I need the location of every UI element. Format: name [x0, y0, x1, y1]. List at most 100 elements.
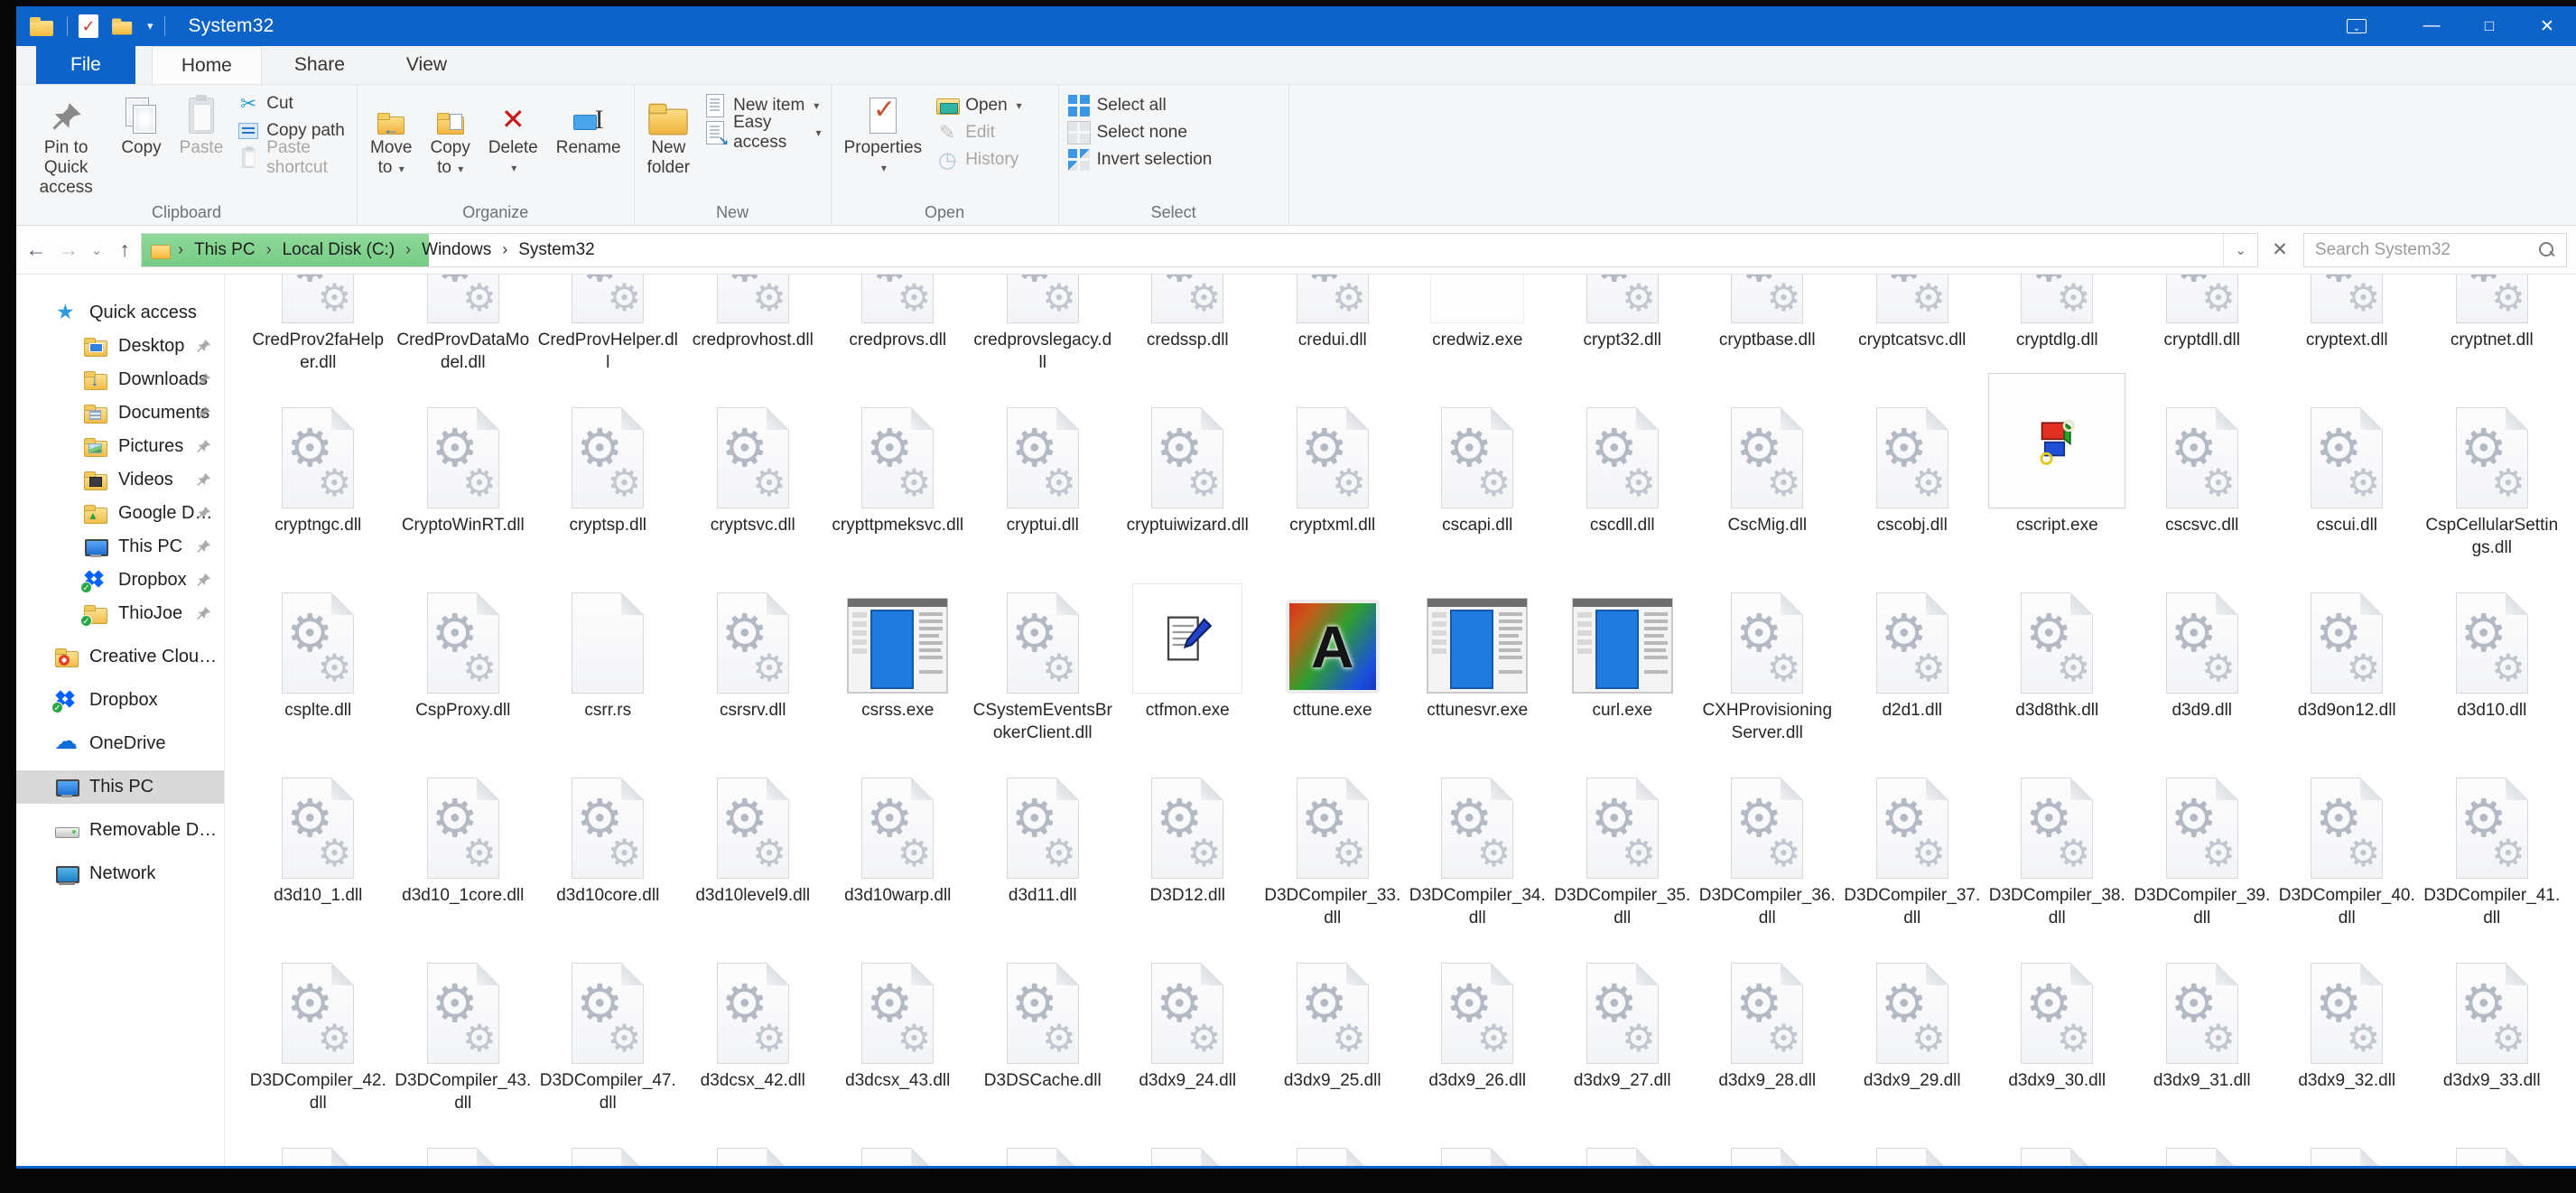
file-tile[interactable]: ⚙⚙ credui.dll	[1260, 275, 1406, 396]
sidebar-item-thiojoe[interactable]: ✓ ThioJoe	[16, 597, 224, 630]
file-tile[interactable]: ⚙ ⚙ D3DCompiler_36.dll	[1695, 767, 1840, 952]
sidebar-item-quick-access[interactable]: ★ Quick access	[16, 296, 224, 330]
file-tile[interactable]: ⚙ ⚙ CspCellularSettings.dll	[2420, 396, 2565, 582]
pin-to-quick-access-button[interactable]: Pin to Quick access	[22, 89, 110, 201]
file-tile[interactable]: cscript.exe	[1985, 373, 2130, 582]
rename-button[interactable]: I Rename	[549, 89, 628, 162]
file-tile[interactable]: ⚙ ⚙ D3DCompiler_33.dll	[1260, 767, 1406, 952]
ribbon-options-icon[interactable]: ⌄	[2347, 19, 2367, 33]
file-tile[interactable]: ⚙ ⚙ D3DCompiler_47.dll	[535, 952, 681, 1137]
sidebar-item-this-pc[interactable]: This PC	[16, 770, 224, 804]
quick-toolbar-caret-icon[interactable]: ▾	[147, 19, 153, 33]
file-tile[interactable]: ⚙ ⚙ cryptsvc.dll	[681, 396, 826, 582]
file-tile[interactable]: ⚙ ⚙ CspProxy.dll	[391, 582, 536, 767]
file-tile[interactable]: ⚙ ⚙ d3d10.dll	[2420, 582, 2565, 767]
file-tile[interactable]: ⚙⚙ CredProvHelper.dll	[535, 275, 681, 396]
file-tile[interactable]: ⚙ ⚙ CscMig.dll	[1695, 396, 1840, 582]
tab-share[interactable]: Share	[265, 46, 374, 84]
breadcrumb-this-pc[interactable]: This PC	[183, 234, 266, 266]
breadcrumb-windows[interactable]: Windows	[411, 234, 502, 266]
file-tile-partial[interactable]: ⚙⚙	[971, 1137, 1116, 1166]
file-tile[interactable]: credwiz.exe	[1405, 275, 1550, 396]
sidebar-item-removable-disk-g[interactable]: Removable Disk (G:)	[16, 814, 224, 847]
file-tile[interactable]: ⚙ ⚙ cscapi.dll	[1405, 396, 1550, 582]
file-tile[interactable]: ⚙ ⚙ d2d1.dll	[1840, 582, 1985, 767]
file-tile[interactable]: ⚙⚙ credssp.dll	[1115, 275, 1260, 396]
history-button[interactable]: ◷ History	[933, 146, 1026, 173]
file-tile[interactable]: ⚙ ⚙ cscsvc.dll	[2130, 396, 2275, 582]
file-tile-partial[interactable]: ⚙⚙	[1115, 1137, 1260, 1166]
file-tile[interactable]: ⚙ ⚙ cscobj.dll	[1840, 396, 1985, 582]
search-input[interactable]: Search System32	[2303, 232, 2567, 267]
file-tile[interactable]: ⚙⚙ credprovslegacy.dll	[971, 275, 1116, 396]
file-tile-partial[interactable]: ⚙⚙	[391, 1137, 536, 1166]
address-bar[interactable]: › This PC › Local Disk (C:) › Windows › …	[141, 232, 2258, 267]
file-tile[interactable]: ⚙ ⚙ d3dx9_29.dll	[1840, 952, 1985, 1137]
file-tile[interactable]: ⚙ ⚙ d3dx9_30.dll	[1985, 952, 2130, 1137]
file-tile[interactable]: ⚙ ⚙ d3dx9_31.dll	[2130, 952, 2275, 1137]
close-button[interactable]: ✕	[2518, 6, 2576, 46]
recent-locations-button[interactable]: ⌄	[85, 242, 108, 258]
sidebar-item-onedrive[interactable]: ☁ OneDrive	[16, 727, 224, 760]
back-button[interactable]: ←	[20, 238, 52, 262]
properties-button[interactable]: Properties ▾	[837, 89, 930, 182]
select-none-button[interactable]: Select none	[1065, 119, 1216, 146]
sidebar-item-creative-cloud-files[interactable]: Creative Cloud Files	[16, 640, 224, 674]
file-tile[interactable]: ⚙ ⚙ d3d10warp.dll	[825, 767, 971, 952]
edit-button[interactable]: ✎ Edit	[933, 119, 1026, 146]
paste-button[interactable]: Paste	[172, 89, 231, 162]
file-tile-partial[interactable]: ⚙⚙	[825, 1137, 971, 1166]
cut-button[interactable]: ✂ Cut	[234, 90, 351, 117]
file-tile[interactable]: ⚙ ⚙ cscdll.dll	[1550, 396, 1696, 582]
properties-quick-icon[interactable]: ✓	[79, 14, 98, 38]
sidebar-item-google-drive[interactable]: ▲ Google Drive	[16, 497, 224, 530]
file-pane[interactable]: ⚙⚙ CredProv2faHelper.dll ⚙⚙ CredProvDataMod…	[225, 275, 2576, 1166]
breadcrumb-system32[interactable]: System32	[507, 234, 605, 266]
address-dropdown-button[interactable]: ⌄	[2223, 233, 2257, 266]
open-button[interactable]: Open ▾	[933, 92, 1026, 119]
file-tile[interactable]: ⚙ ⚙ cscui.dll	[2274, 396, 2420, 582]
select-all-button[interactable]: Select all	[1065, 92, 1216, 119]
sidebar-item-videos[interactable]: Videos	[16, 463, 224, 497]
file-tile[interactable]: ⚙ ⚙ d3dx9_26.dll	[1405, 952, 1550, 1137]
sidebar-item-pictures[interactable]: Pictures	[16, 430, 224, 463]
file-tile-partial[interactable]: ⚙⚙	[246, 1137, 391, 1166]
file-tile[interactable]: ⚙⚙ credprovhost.dll	[681, 275, 826, 396]
file-tile-partial[interactable]: ⚙⚙	[1405, 1137, 1550, 1166]
file-tile[interactable]: ⚙ ⚙ crypttpmeksvc.dll	[825, 396, 971, 582]
stop-refresh-button[interactable]: ✕	[2264, 238, 2296, 261]
file-tile[interactable]: ⚙ ⚙ cryptngc.dll	[246, 396, 391, 582]
file-tile[interactable]: ⚙ ⚙ d3dx9_27.dll	[1550, 952, 1696, 1137]
easy-access-button[interactable]: Easy access ▾	[701, 113, 824, 152]
file-tile[interactable]: ⚙ ⚙ D3DCompiler_35.dll	[1550, 767, 1696, 952]
file-tile[interactable]: ⚙ ⚙ cryptxml.dll	[1260, 396, 1406, 582]
file-tile[interactable]: ⚙ ⚙ cryptuiwizard.dll	[1115, 396, 1260, 582]
copy-to-button[interactable]: Copy to ▾	[423, 89, 477, 182]
file-tile[interactable]: ⚙ ⚙ CryptoWinRT.dll	[391, 396, 536, 582]
file-tile[interactable]: ⚙ ⚙ d3dx9_25.dll	[1260, 952, 1406, 1137]
file-tile[interactable]: Acttune.exe	[1260, 582, 1406, 767]
file-tile[interactable]: ⚙ ⚙ cryptui.dll	[971, 396, 1116, 582]
new-folder-button[interactable]: New folder	[640, 89, 698, 182]
maximize-button[interactable]: □	[2460, 6, 2518, 46]
file-tile-partial[interactable]: ⚙⚙	[2420, 1137, 2565, 1166]
forward-button[interactable]: →	[52, 238, 85, 262]
file-tile[interactable]: csrr.rs	[535, 582, 681, 767]
file-tile[interactable]: ⚙ ⚙ csplte.dll	[246, 582, 391, 767]
file-tile[interactable]: ⚙ ⚙ d3d9.dll	[2130, 582, 2275, 767]
file-tile[interactable]: ⚙ ⚙ d3d10_1core.dll	[391, 767, 536, 952]
file-tile-partial[interactable]: ⚙⚙	[1550, 1137, 1696, 1166]
file-tile[interactable]: ⚙ ⚙ d3dcsx_42.dll	[681, 952, 826, 1137]
file-tile[interactable]: ⚙ ⚙ D3DCompiler_39.dll	[2130, 767, 2275, 952]
file-tile[interactable]: ⚙ ⚙ CSystemEventsBrokerClient.dll	[971, 582, 1116, 767]
new-folder-quick-icon[interactable]	[111, 17, 135, 35]
file-tile-partial[interactable]: ⚙⚙	[681, 1137, 826, 1166]
file-tile[interactable]: ⚙⚙ CredProvDataModel.dll	[391, 275, 536, 396]
file-tile[interactable]: cttunesvr.exe	[1405, 582, 1550, 767]
file-tile[interactable]: ⚙ ⚙ D3DCompiler_38.dll	[1985, 767, 2130, 952]
sidebar-item-downloads[interactable]: ↓ Downloads	[16, 363, 224, 396]
file-tile[interactable]: ⚙⚙ cryptnet.dll	[2420, 275, 2565, 396]
file-tile[interactable]: ⚙ ⚙ d3dx9_32.dll	[2274, 952, 2420, 1137]
file-tile[interactable]: ⚙⚙ credprovs.dll	[825, 275, 971, 396]
file-tile[interactable]: ⚙⚙ CredProv2faHelper.dll	[246, 275, 391, 396]
